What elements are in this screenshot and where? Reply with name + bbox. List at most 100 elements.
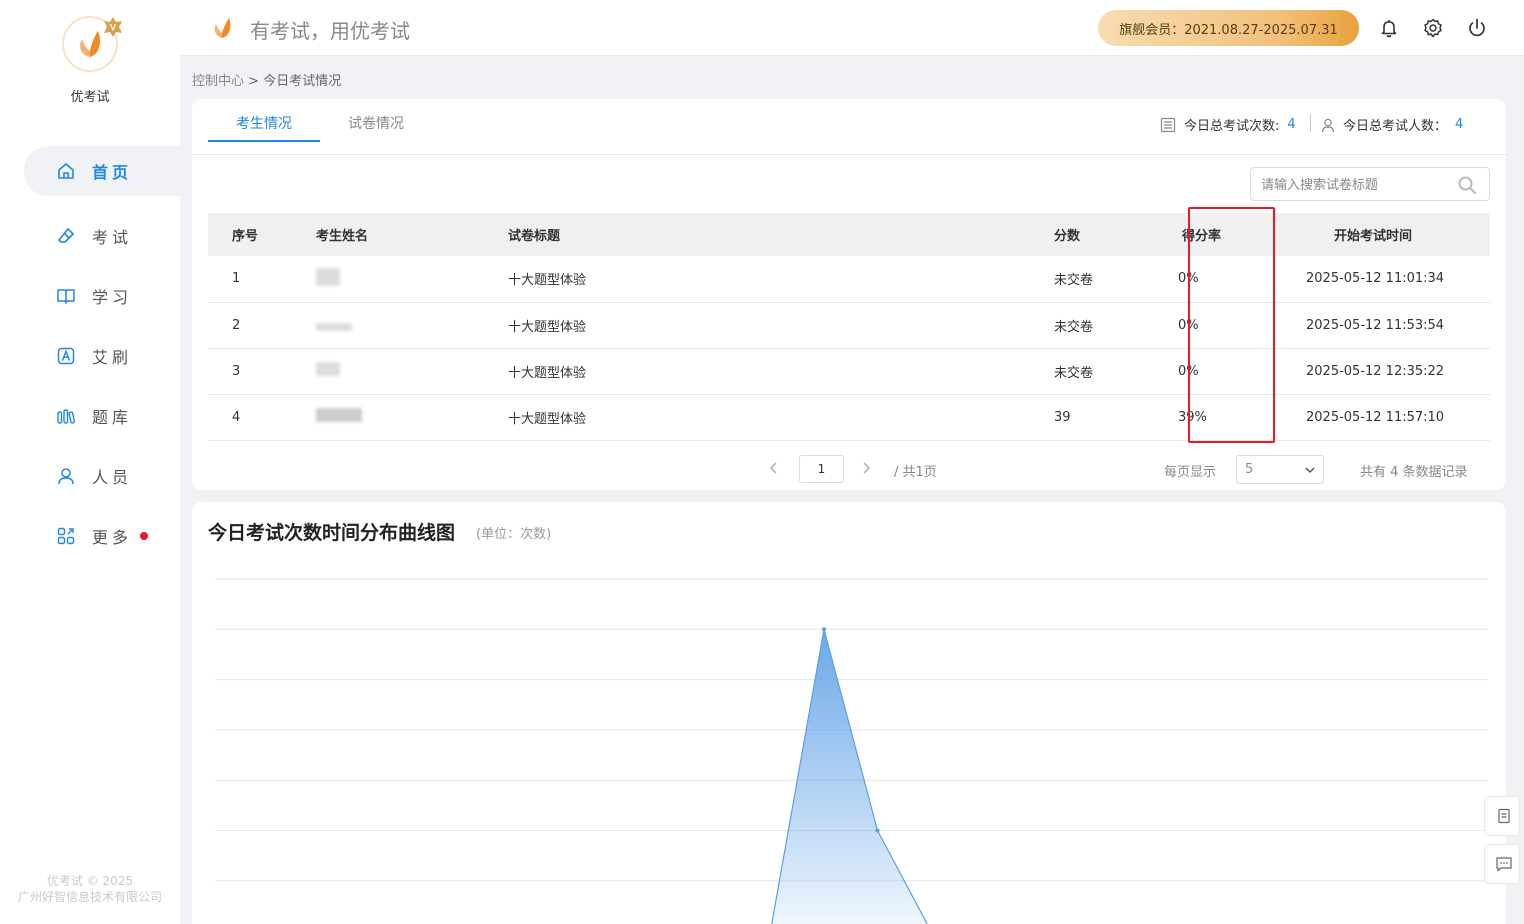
data-point[interactable] <box>875 828 880 833</box>
total-pages: / 共1页 <box>894 465 937 480</box>
cell-rate: 0% <box>1178 256 1306 303</box>
next-page-icon[interactable] <box>860 461 872 475</box>
cell-start-time: 2025-05-12 11:57:10 <box>1306 394 1490 441</box>
cell-title: 十大题型体验 <box>508 348 1054 395</box>
page-size-value: 5 <box>1245 462 1254 477</box>
stat-total-people: 今日总考试人数： 4 <box>1320 115 1463 134</box>
nav-item-exam[interactable]: 考试 <box>0 206 180 266</box>
redacted-name <box>316 267 340 286</box>
cell-rate: 39% <box>1178 394 1306 441</box>
cell-rate: 0% <box>1178 348 1306 395</box>
sidebar: V 优考试 首页 考试 学习 艾刷 题库 人员 更多 优考试 © 2025 广州… <box>0 0 180 924</box>
nav-label: 题库 <box>92 408 133 427</box>
main-nav: 首页 考试 学习 艾刷 题库 人员 更多 <box>0 146 180 566</box>
cell-score: 39 <box>1054 394 1178 441</box>
cell-start-time: 2025-05-12 12:35:22 <box>1306 348 1490 395</box>
settings-gear-icon[interactable] <box>1422 17 1444 39</box>
stat-total-people-value: 4 <box>1455 117 1464 132</box>
bell-icon[interactable] <box>1378 17 1400 39</box>
series-area <box>771 629 928 924</box>
nav-label: 考试 <box>92 228 133 247</box>
col-title: 试卷标题 <box>508 213 1054 256</box>
home-icon <box>58 163 74 179</box>
cell-name <box>316 302 508 349</box>
cell-name <box>316 256 508 303</box>
header-slogan: 有考试，用优考试 <box>250 19 410 43</box>
tabs-bar: 考生情况 试卷情况 今日总考试次数: 4 今日总考试人数： 4 <box>192 99 1506 155</box>
vip-crown-icon: V <box>104 17 122 37</box>
exam-status-card: 考生情况 试卷情况 今日总考试次数: 4 今日总考试人数： 4 序号 考生姓名 … <box>192 99 1506 490</box>
redacted-name <box>316 323 352 331</box>
page-size-select[interactable]: 5 <box>1236 455 1324 484</box>
cell-score: 未交卷 <box>1054 348 1178 395</box>
cell-index: 4 <box>208 394 316 441</box>
nav-item-more[interactable]: 更多 <box>0 506 180 566</box>
breadcrumb-current: 今日考试情况 <box>263 74 342 89</box>
cell-score: 未交卷 <box>1054 302 1178 349</box>
nav-item-home[interactable]: 首页 <box>24 146 180 196</box>
apps-icon <box>57 527 75 545</box>
nav-item-question-bank[interactable]: 题库 <box>0 386 180 446</box>
brand-name: 优考试 <box>70 90 110 105</box>
search-icon[interactable] <box>1457 175 1477 195</box>
stat-total-people-label: 今日总考试人数： <box>1343 119 1448 134</box>
cell-name <box>316 394 508 441</box>
nav-label: 人员 <box>92 468 133 487</box>
prev-page-icon[interactable] <box>768 461 780 475</box>
svg-text:V: V <box>110 23 116 33</box>
tab-candidates[interactable]: 考生情况 <box>236 113 292 133</box>
cell-title: 十大题型体验 <box>508 256 1054 303</box>
col-score: 分数 <box>1054 213 1178 256</box>
brand-leaf-icon <box>80 31 100 57</box>
nav-label: 首页 <box>92 163 133 182</box>
nav-item-people[interactable]: 人员 <box>0 446 180 506</box>
letter-a-icon <box>57 347 75 365</box>
col-name: 考生姓名 <box>316 213 508 256</box>
active-tab-indicator <box>208 140 320 142</box>
cell-start-time: 2025-05-12 11:53:54 <box>1306 302 1490 349</box>
cell-index: 1 <box>208 256 316 303</box>
breadcrumb: 控制中心 > 今日考试情况 <box>192 70 341 89</box>
footer-company: 广州好智信息技术有限公司 <box>17 890 162 904</box>
table-row[interactable]: 4 十大题型体验 39 39% 2025-05-12 11:57:10 <box>208 394 1490 441</box>
list-icon <box>1160 117 1176 132</box>
table-row[interactable]: 3 十大题型体验 未交卷 0% 2025-05-12 12:35:22 <box>208 348 1490 395</box>
table-header-row: 序号 考生姓名 试卷标题 分数 得分率 开始考试时间 <box>208 213 1490 256</box>
document-icon <box>1498 808 1510 824</box>
chevron-down-icon <box>1305 467 1315 474</box>
top-header: 有考试，用优考试 旗舰会员：2021.08.27-2025.07.31 <box>180 0 1524 56</box>
cell-start-time: 2025-05-12 11:01:34 <box>1306 256 1490 303</box>
footer-copyright: 优考试 © 2025 <box>46 874 134 888</box>
search-box <box>1250 167 1490 201</box>
page-scrollbar[interactable] <box>1518 56 1524 924</box>
cell-score: 未交卷 <box>1054 256 1178 303</box>
search-input[interactable] <box>1261 175 1451 195</box>
nav-item-aishua[interactable]: 艾刷 <box>0 326 180 386</box>
cell-index: 2 <box>208 302 316 349</box>
notification-dot <box>140 532 148 540</box>
eraser-icon <box>58 228 74 243</box>
nav-label: 艾刷 <box>92 348 133 367</box>
col-start-time: 开始考试时间 <box>1306 213 1490 256</box>
cell-name <box>316 348 508 395</box>
book-icon <box>57 289 75 304</box>
nav-item-study[interactable]: 学习 <box>0 266 180 326</box>
breadcrumb-separator: > <box>244 74 264 89</box>
nav-label: 学习 <box>92 288 133 307</box>
message-icon <box>1496 857 1512 872</box>
page-number-input[interactable]: 1 <box>799 455 844 483</box>
redacted-name <box>316 408 362 422</box>
breadcrumb-root[interactable]: 控制中心 <box>192 74 244 89</box>
tab-papers[interactable]: 试卷情况 <box>348 113 404 133</box>
col-index: 序号 <box>208 213 316 256</box>
stat-divider <box>1310 114 1311 132</box>
cell-title: 十大题型体验 <box>508 394 1054 441</box>
area-chart <box>215 578 1488 924</box>
table-row[interactable]: 2 十大题型体验 未交卷 0% 2025-05-12 11:53:54 <box>208 302 1490 349</box>
table-row[interactable]: 1 十大题型体验 未交卷 0% 2025-05-12 11:01:34 <box>208 256 1490 303</box>
membership-badge[interactable]: 旗舰会员：2021.08.27-2025.07.31 <box>1098 10 1359 46</box>
cell-title: 十大题型体验 <box>508 302 1054 349</box>
person-icon <box>1321 118 1335 132</box>
data-point[interactable] <box>822 627 826 632</box>
power-icon[interactable] <box>1466 17 1488 39</box>
